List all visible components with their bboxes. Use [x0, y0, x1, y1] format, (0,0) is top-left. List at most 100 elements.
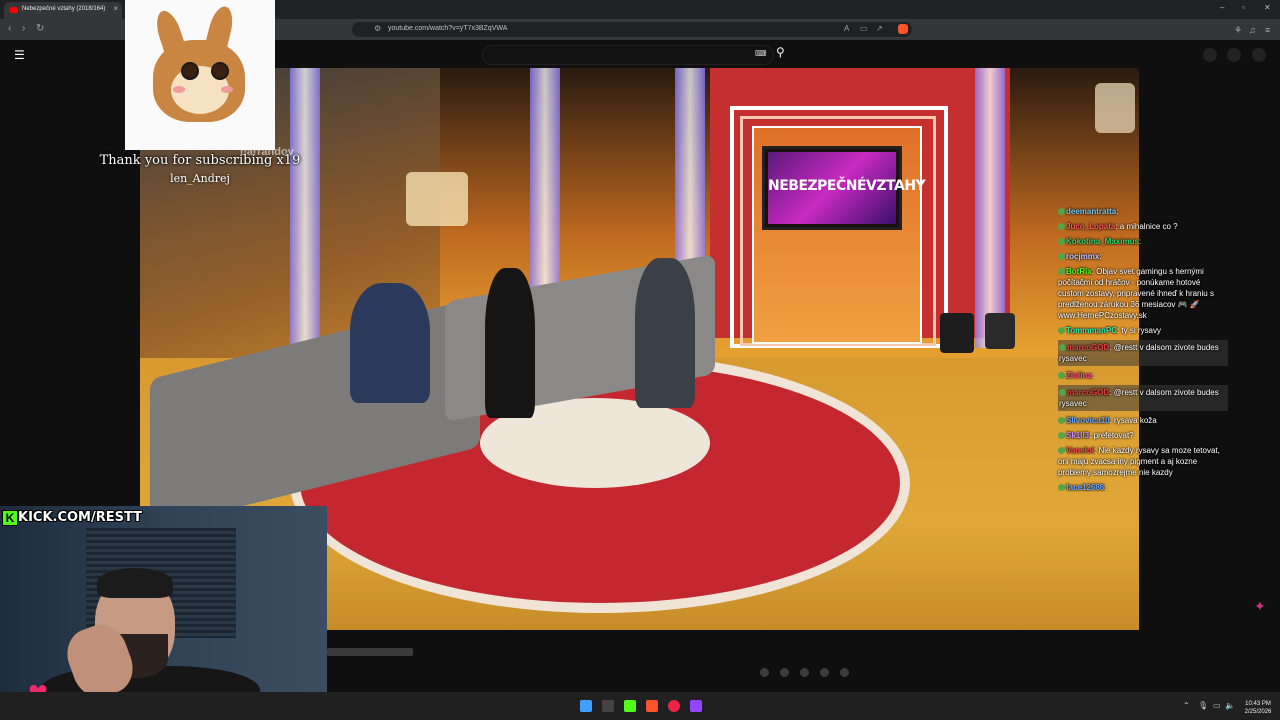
chat-message: Kokotina_Maximus:	[1058, 236, 1228, 247]
browser-tab[interactable]: Nebezpečné vztahy (2018/164) ×	[4, 2, 122, 19]
chat-username[interactable]: TommmanPC	[1066, 326, 1117, 335]
chat-message: Slivovica10: rysava koža	[1058, 415, 1228, 426]
hamburger-menu-icon[interactable]: ☰	[14, 48, 25, 62]
stream-chat: deemantratta: Juco_Lopata: a mihalnice c…	[1058, 206, 1228, 497]
dot[interactable]	[800, 668, 809, 677]
chat-username[interactable]: face12686	[1066, 483, 1104, 492]
back-icon[interactable]: ‹	[8, 23, 11, 34]
chat-badge-icon	[1059, 344, 1066, 352]
studio-light-pillar	[975, 68, 1005, 348]
windows-start-icon[interactable]	[580, 700, 592, 712]
chat-username[interactable]: Slivovica10	[1066, 416, 1110, 425]
chat-badge-icon	[1058, 253, 1065, 261]
extensions-icon[interactable]: ⚘	[1234, 25, 1242, 36]
chat-username[interactable]: Kokotina_Maximus	[1066, 237, 1139, 246]
host-person	[635, 258, 695, 408]
chat-badge-icon	[1058, 238, 1065, 246]
cast-icon[interactable]: ▭	[860, 24, 868, 33]
tray-chevron-icon[interactable]: ⌃	[1183, 701, 1190, 710]
chat-username[interactable]: Sk1ll3	[1066, 431, 1089, 440]
chat-username[interactable]: marcoGOD	[1067, 343, 1109, 352]
chat-message: face12686:	[1058, 482, 1228, 493]
chat-username[interactable]: Vanelol	[1066, 446, 1094, 455]
clock-time: 10:43 PM	[1245, 701, 1271, 707]
reload-icon[interactable]: ↻	[36, 23, 44, 34]
chat-text: rysava koža	[1114, 416, 1157, 425]
chat-message: marcoGOD: @restt v dalsom zivote budes r…	[1058, 340, 1228, 366]
address-bar[interactable]: ⚙ youtube.com/watch?v=yT7x3BZqVWA A ▭ ↗	[352, 22, 912, 37]
keyboard-icon[interactable]: ⌨	[755, 49, 767, 58]
chat-message: TommmanPC: ty si rysavy	[1058, 325, 1228, 336]
system-clock[interactable]: 10:43 PM 2/25/2026	[1238, 700, 1278, 716]
star-decor-icon: ✦	[1254, 598, 1266, 614]
subscription-alert-image	[125, 0, 275, 150]
chat-username[interactable]: Zlolina	[1066, 371, 1092, 380]
chat-badge-icon	[1058, 417, 1065, 425]
forward-icon[interactable]: ›	[22, 23, 25, 34]
chat-message: Juco_Lopata: a mihalnice co ?	[1058, 221, 1228, 232]
minimize-icon[interactable]: –	[1220, 3, 1224, 12]
chat-text: prefetovat?	[1093, 431, 1134, 440]
chat-username[interactable]: rocjmmx	[1066, 252, 1099, 261]
chat-message: rocjmmx:	[1058, 251, 1228, 262]
streamer-webcam: ♥	[0, 506, 327, 720]
chat-username[interactable]: Juco_Lopata	[1066, 222, 1115, 231]
chapter-dots	[760, 664, 860, 682]
task-view-icon[interactable]	[602, 700, 614, 712]
clock-date: 2/25/2026	[1244, 709, 1272, 715]
kick-app-icon[interactable]	[624, 700, 636, 712]
close-window-icon[interactable]: ✕	[1264, 3, 1271, 12]
chat-message: BotRix: Objav svet gamingu s hernými poč…	[1058, 267, 1214, 320]
chat-badge-icon	[1058, 208, 1065, 216]
subscription-alert-text: Thank you for subscribing x19	[99, 153, 301, 168]
notifications-icon[interactable]	[1227, 48, 1241, 62]
brave-shield-icon[interactable]	[898, 24, 908, 34]
brave-browser-icon[interactable]	[646, 700, 658, 712]
show-logo: NEBEZPEČNÉVZTAHY	[768, 178, 926, 194]
account-avatar[interactable]	[1252, 48, 1266, 62]
chat-badge-icon	[1058, 268, 1065, 276]
dot[interactable]	[760, 668, 769, 677]
chat-message: deemantratta:	[1058, 206, 1228, 217]
windows-taskbar: ⌃ 🎙 ▭ 🔈 10:43 PM 2/25/2026	[0, 692, 1280, 720]
app-icon[interactable]	[668, 700, 680, 712]
browser-menu-icon[interactable]: ≡	[1265, 25, 1270, 35]
guest-person	[485, 268, 535, 418]
chat-message: Sk1ll3: prefetovat?	[1058, 430, 1228, 441]
subscriber-name: len_Andrej	[170, 172, 230, 185]
chat-text: ty si rysavy	[1121, 326, 1161, 335]
dot[interactable]	[840, 668, 849, 677]
chat-message: Zlolina:	[1058, 370, 1228, 381]
dot[interactable]	[820, 668, 829, 677]
speech-bubble-decor	[1095, 83, 1135, 133]
translate-icon[interactable]: A	[844, 24, 849, 33]
video-progress-bar[interactable]	[327, 648, 413, 656]
chat-badge-icon	[1058, 484, 1065, 492]
chat-message: marcoGOD: @restt v dalsom zivote budes r…	[1058, 385, 1228, 411]
site-info-icon[interactable]: ⚙	[374, 24, 381, 33]
chat-text: a mihalnice co ?	[1119, 222, 1178, 231]
volume-icon[interactable]: 🔈	[1225, 701, 1235, 710]
stage-spotlight	[940, 313, 974, 353]
studio-tv-screen: NEBEZPEČNÉVZTAHY	[762, 146, 926, 230]
create-icon[interactable]	[1203, 48, 1217, 62]
studio-light-pillar	[290, 68, 320, 348]
network-icon[interactable]: ▭	[1213, 701, 1221, 710]
chat-badge-icon	[1058, 372, 1065, 380]
chat-username[interactable]: deemantratta	[1066, 207, 1116, 216]
chat-username[interactable]: BotRix	[1066, 267, 1092, 276]
search-icon[interactable]: ⚲	[776, 45, 794, 63]
dot[interactable]	[780, 668, 789, 677]
microphone-icon[interactable]: 🎙	[1198, 701, 1208, 710]
maximize-icon[interactable]: ▫	[1242, 3, 1245, 12]
search-input[interactable]: ⌨	[482, 45, 774, 65]
stage-spotlight	[985, 313, 1015, 349]
tab-close-icon[interactable]: ×	[113, 4, 118, 13]
twitch-app-icon[interactable]	[690, 700, 702, 712]
media-icon[interactable]: ♫	[1249, 25, 1256, 35]
share-icon[interactable]: ↗	[876, 24, 883, 33]
chat-badge-icon	[1058, 223, 1065, 231]
kick-url-label: KICK.COM/RESTT	[18, 510, 143, 525]
chat-username[interactable]: marcoGOD	[1067, 388, 1109, 397]
youtube-favicon-icon	[10, 7, 18, 13]
